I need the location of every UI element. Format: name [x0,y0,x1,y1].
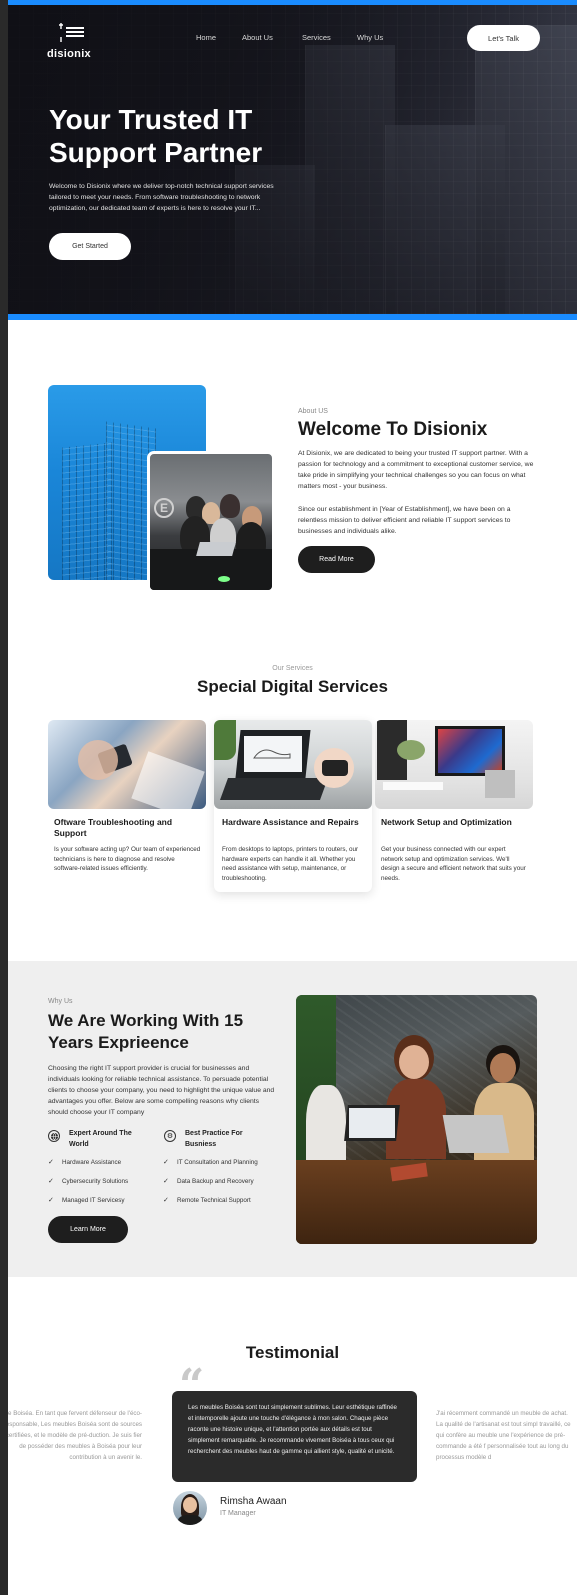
check-icon: ✓ [48,1159,54,1166]
service-name: Hardware Assistance and Repairs [222,817,359,827]
service-card-network[interactable]: Network Setup and Optimization Get your … [375,720,533,885]
about-title: Welcome To Disionix [298,419,488,440]
service-card-hardware[interactable]: Hardware Assistance and Repairs From des… [214,720,372,892]
read-more-button[interactable]: Read More [298,546,375,573]
service-desc: Get your business connected with our exp… [381,846,526,882]
why-us-photo [296,995,537,1244]
testimonial-card: Les meubles Boiséa sont tout simplement … [172,1391,417,1482]
hero-section: disionix Home About Us Services Why Us L… [8,5,577,314]
nav-why-us[interactable]: Why Us [357,33,383,42]
testimonial-author: Rimsha Awaan [220,1496,287,1507]
hero-title: Your Trusted IT Support Partner [49,104,263,168]
brand-logo[interactable]: disionix [47,23,91,60]
globe-icon [48,1130,60,1142]
service-card-software[interactable]: Oftware Troubleshooting and Support Is y… [48,720,206,880]
brand-name: disionix [47,48,91,60]
nav-about[interactable]: About Us [242,33,273,42]
services-kicker: Our Services [272,665,313,672]
about-team-image: E [147,451,275,593]
feature-best-practice: ⚙ Best Practice For Busniess [164,1128,255,1150]
service-image-hardware [214,720,372,809]
why-title: We Are Working With 15 Years Exprieence [48,1011,244,1052]
check-icon: ✓ [163,1159,169,1166]
check-item: ✓ Remote Technical Support [163,1197,251,1204]
service-name: Network Setup and Optimization [381,817,512,827]
nav-services[interactable]: Services [302,33,331,42]
check-item: ✓ Data Backup and Recovery [163,1178,254,1185]
testimonial-quote: Les meubles Boiséa sont tout simplement … [188,1404,398,1455]
check-item: ✓ IT Consultation and Planning [163,1159,258,1166]
hero-text: Welcome to Disionix where we deliver top… [49,183,274,212]
check-item: ✓ Cybersecurity Solutions [48,1178,129,1185]
check-item: ✓ Managed IT Servicesy [48,1197,125,1204]
about-paragraph-1: At Disionix, we are dedicated to being y… [298,450,534,490]
services-title: Special Digital Services [197,677,388,696]
service-image-network [375,720,533,809]
feature-label: Best Practice For Busniess [185,1130,243,1148]
testimonial-role: IT Manager [220,1510,256,1517]
service-name: Oftware Troubleshooting and Support [54,817,173,838]
check-icon: ✓ [48,1197,54,1204]
get-started-button[interactable]: Get Started [49,233,131,260]
why-text: Choosing the right IT support provider i… [48,1065,275,1116]
wall-logo-icon: E [154,498,174,518]
page: disionix Home About Us Services Why Us L… [8,0,577,1595]
service-desc: Is your software acting up? Our team of … [54,846,201,872]
feature-expert: Expert Around The World [48,1128,139,1150]
why-kicker: Why Us [48,998,73,1005]
check-icon: ✓ [163,1178,169,1185]
nav-home[interactable]: Home [196,33,216,42]
check-item: ✓ Hardware Assistance [48,1159,122,1166]
testimonial-next-card[interactable]: J'ai récemment commandé un meuble de ach… [436,1408,576,1463]
about-paragraph-2: Since our establishment in [Year of Esta… [298,506,511,535]
lets-talk-button[interactable]: Let's Talk [467,25,540,51]
testimonial-title: Testimonial [245,1343,340,1362]
about-kicker: About US [298,408,328,415]
service-desc: From desktops to laptops, printers to ro… [222,846,359,882]
learn-more-button[interactable]: Learn More [48,1216,128,1243]
feature-label: Expert Around The World [69,1130,132,1148]
check-icon: ✓ [163,1197,169,1204]
service-image-software [48,720,206,809]
gear-icon: ⚙ [164,1130,176,1142]
testimonial-prev-card[interactable]: de Boiséa. En tant que fervent défenseur… [8,1408,142,1463]
why-us-section: Why Us We Are Working With 15 Years Expr… [8,961,577,1277]
check-icon: ✓ [48,1178,54,1185]
avatar [173,1491,207,1525]
logo-mark-icon [59,23,84,42]
